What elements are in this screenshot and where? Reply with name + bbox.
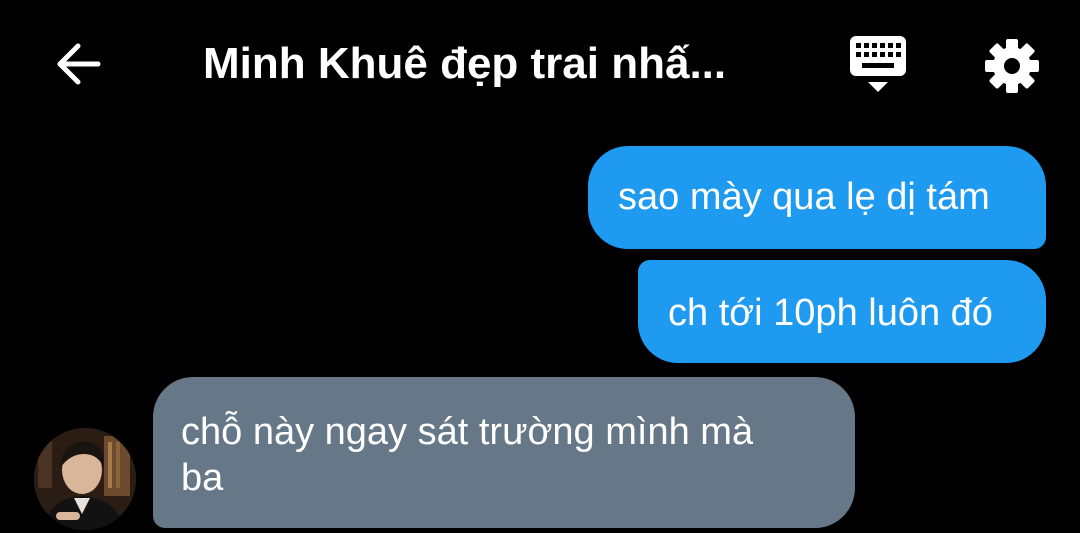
message-bubble-outgoing[interactable]: sao mày qua lẹ dị tám <box>588 146 1046 249</box>
message-bubble-incoming[interactable]: chỗ này ngay sát trường mình mà ba <box>153 377 855 528</box>
back-button[interactable] <box>48 34 108 94</box>
keyboard-icon <box>850 36 906 92</box>
message-text: sao mày qua lẹ dị tám <box>618 176 990 218</box>
message-bubble-outgoing[interactable]: ch tới 10ph luôn đó <box>638 260 1046 363</box>
settings-button[interactable] <box>982 36 1042 96</box>
conversation-title[interactable]: Minh Khuê đẹp trai nhấ... <box>203 34 803 94</box>
message-text: chỗ này ngay sát trường mình mà ba <box>181 411 754 499</box>
keyboard-button[interactable] <box>844 34 912 96</box>
chat-screen: Minh Khuê đẹp trai nhấ... sao mày qua lẹ… <box>0 0 1080 533</box>
contact-avatar[interactable] <box>34 428 136 530</box>
gear-icon <box>985 39 1039 93</box>
arrow-left-icon <box>57 43 101 85</box>
avatar-photo <box>34 428 136 530</box>
top-bar: Minh Khuê đẹp trai nhấ... <box>0 0 1080 128</box>
message-text: ch tới 10ph luôn đó <box>668 292 993 334</box>
